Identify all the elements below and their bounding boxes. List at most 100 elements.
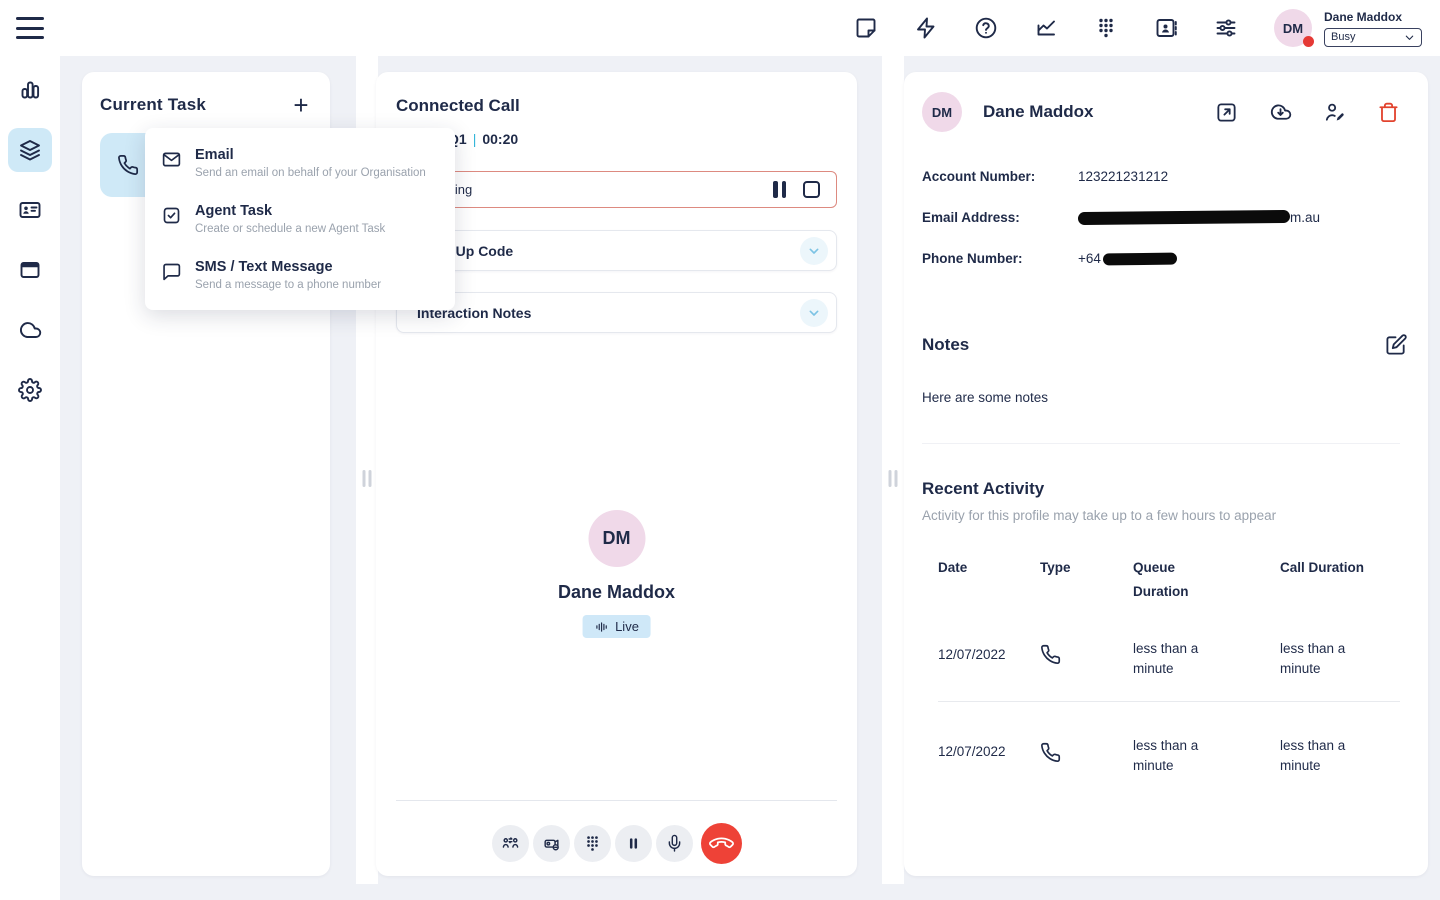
phone-row: Phone Number: +64 [922,238,1400,279]
sidebar-item-tasks[interactable] [8,128,52,172]
profile-header: DM Dane Maddox [922,92,1400,132]
user-name: Dane Maddox [1324,10,1422,24]
id-card-icon [18,198,42,222]
status-select[interactable]: Busy [1324,28,1422,47]
profile-avatar: DM [922,92,962,132]
top-bar-actions: DM Dane Maddox Busy [854,0,1422,56]
mute-button[interactable] [656,825,693,862]
row-date: 12/07/2022 [938,728,1030,777]
sidebar-item-workspace[interactable] [8,248,52,292]
pause-icon [624,834,643,853]
email-icon [161,149,182,170]
sidebar-item-settings[interactable] [8,368,52,412]
gear-icon [18,378,42,402]
row-call-duration: less than a minute [1280,728,1372,777]
pause-recording-button[interactable] [773,181,786,198]
account-number-value: 123221231212 [1078,169,1168,184]
call-queue-line: Q1|00:20 [448,131,518,147]
section-divider [922,443,1400,444]
table-row[interactable]: 12/07/2022 less than a minute less than … [938,702,1400,799]
recording-device-button[interactable] [533,825,570,862]
resize-handle[interactable] [889,470,898,487]
email-row: Email Address: m.au [922,197,1400,238]
table-row[interactable]: 12/07/2022 less than a minute less than … [938,605,1400,703]
contact-profile-panel: DM Dane Maddox Account Number: [904,72,1428,876]
contact-avatar: DM [588,510,645,567]
end-call-icon [706,829,736,859]
current-task-title: Current Task [100,95,206,115]
person-edit-icon [1323,101,1346,124]
row-queue-duration: less than a minute [1133,728,1225,777]
top-bar: DM Dane Maddox Busy [0,0,1440,56]
phone-label: Phone Number: [922,251,1078,266]
add-task-button[interactable]: + [288,92,314,118]
hold-call-button[interactable] [615,825,652,862]
sidebar-item-stats[interactable] [8,68,52,112]
chat-bubble-icon [161,261,182,282]
user-info: Dane Maddox Busy [1324,10,1422,47]
connected-call-title: Connected Call [396,96,520,116]
queue-divider: | [467,131,483,147]
help-icon[interactable] [974,16,998,40]
chevron-down-icon[interactable] [800,299,828,327]
wrap-up-code-expander[interactable]: Wrap Up Code [396,230,837,271]
interaction-notes-expander[interactable]: Interaction Notes [396,292,837,333]
dialpad-icon[interactable] [1094,16,1118,40]
edit-notes-button[interactable] [1385,333,1408,356]
chevron-down-icon[interactable] [800,237,828,265]
account-number-label: Account Number: [922,169,1078,184]
resize-handle[interactable] [363,470,372,487]
quick-actions-icon[interactable] [914,16,938,40]
row-call-duration: less than a minute [1280,631,1372,680]
row-date: 12/07/2022 [938,631,1030,680]
live-badge: Live [582,615,651,638]
busy-status-dot [1303,36,1314,47]
layers-icon [18,138,42,162]
browser-window-icon [18,258,42,282]
notes-title: Notes [922,335,969,355]
profile-name: Dane Maddox [983,102,1094,122]
phone-icon [1040,644,1061,665]
column-header-call-duration: Call Duration [1280,556,1370,605]
checkbox-icon [161,205,182,226]
menu-item-email[interactable]: Email Send an email on behalf of your Or… [145,135,455,191]
microphone-icon [665,834,684,853]
app-root: DM Dane Maddox Busy [0,0,1440,900]
account-number-row: Account Number: 123221231212 [922,156,1400,197]
redaction-bar [1078,210,1290,225]
sidebar-item-contacts[interactable] [8,188,52,232]
row-type [1040,728,1132,777]
phone-icon [117,154,139,176]
email-label: Email Address: [922,210,1078,225]
delete-contact-button[interactable] [1377,101,1400,124]
call-controls [376,823,857,864]
transfer-call-button[interactable] [492,825,529,862]
edit-pencil-icon [1385,333,1408,356]
controls-divider [396,800,837,801]
user-avatar[interactable]: DM [1274,9,1312,47]
call-timer: 00:20 [482,131,518,147]
recent-activity-subtitle: Activity for this profile may take up to… [922,508,1400,523]
dialpad-button[interactable] [574,825,611,862]
stop-recording-button[interactable] [803,181,820,198]
recording-banner: Recording [396,171,837,208]
column-header-date: Date [938,556,1028,605]
open-external-button[interactable] [1215,101,1238,124]
menu-item-agent-task[interactable]: Agent Task Create or schedule a new Agen… [145,191,455,247]
menu-item-sms[interactable]: SMS / Text Message Send a message to a p… [145,247,455,303]
sidebar-item-cloud[interactable] [8,308,52,352]
notes-icon[interactable] [854,16,878,40]
recorder-minus-icon [542,834,561,853]
preferences-sliders-icon[interactable] [1214,16,1238,40]
download-profile-button[interactable] [1269,101,1292,124]
hamburger-menu-icon[interactable] [16,17,44,39]
external-link-icon [1215,101,1238,124]
contact-name: Dane Maddox [376,582,857,603]
trash-icon [1377,101,1400,124]
phone-value: +64 [1078,251,1177,266]
panel-resize-gutter-right [882,56,904,884]
edit-contact-button[interactable] [1323,101,1346,124]
activity-chart-icon[interactable] [1034,16,1058,40]
end-call-button[interactable] [701,823,742,864]
contacts-icon[interactable] [1154,16,1178,40]
